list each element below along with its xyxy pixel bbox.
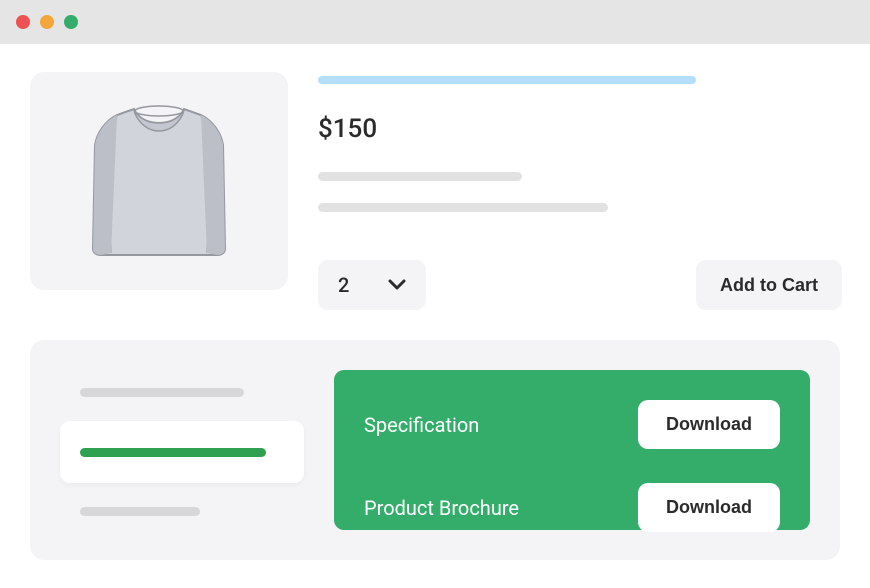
quantity-selector[interactable]: 2	[318, 260, 426, 310]
window-chrome	[0, 0, 870, 44]
download-button[interactable]: Download	[638, 483, 780, 532]
description-line-placeholder	[318, 203, 608, 212]
quantity-value: 2	[338, 273, 349, 297]
product-info-section: Specification Download Product Brochure …	[30, 340, 840, 560]
tab-item-placeholder[interactable]	[80, 388, 244, 397]
add-to-cart-button[interactable]: Add to Cart	[696, 260, 842, 310]
page-content: $150 2 Add to Cart	[0, 44, 870, 588]
download-row: Specification Download	[364, 400, 780, 449]
download-row: Product Brochure Download	[364, 483, 780, 532]
product-details: $150 2 Add to Cart	[318, 72, 842, 310]
downloads-card: Specification Download Product Brochure …	[334, 370, 810, 530]
window-close-dot[interactable]	[16, 15, 30, 29]
tab-item-active[interactable]	[60, 421, 304, 483]
tab-item-placeholder[interactable]	[80, 507, 200, 516]
product-image	[30, 72, 288, 290]
download-button[interactable]: Download	[638, 400, 780, 449]
download-label: Product Brochure	[364, 496, 519, 520]
tshirt-icon	[89, 101, 229, 261]
product-top-row: $150 2 Add to Cart	[30, 72, 840, 310]
window-maximize-dot[interactable]	[64, 15, 78, 29]
info-tabs	[60, 370, 304, 530]
description-line-placeholder	[318, 172, 522, 181]
chevron-down-icon	[388, 279, 406, 291]
action-row: 2 Add to Cart	[318, 260, 842, 310]
window-minimize-dot[interactable]	[40, 15, 54, 29]
download-label: Specification	[364, 413, 479, 437]
product-title-placeholder	[318, 76, 696, 84]
product-price: $150	[318, 114, 842, 144]
tab-active-label-placeholder	[80, 448, 266, 457]
